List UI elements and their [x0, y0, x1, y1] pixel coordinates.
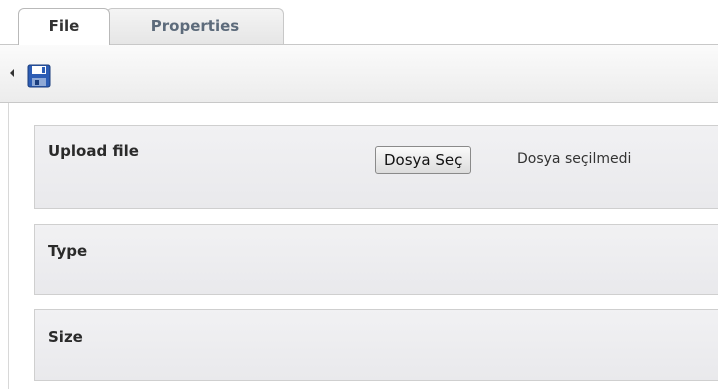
toolbar — [0, 44, 718, 103]
type-row: Type — [34, 224, 718, 295]
tab-properties[interactable]: Properties — [106, 8, 284, 44]
upload-file-row: Upload file Dosya Seç Dosya seçilmedi — [34, 125, 718, 209]
no-file-chosen-text: Dosya seçilmedi — [517, 151, 632, 167]
tab-properties-label: Properties — [150, 17, 240, 35]
triangle-left-icon[interactable] — [10, 69, 14, 77]
tab-bar: File Properties — [0, 0, 718, 45]
content-left-border — [8, 103, 9, 389]
choose-file-button[interactable]: Dosya Seç — [375, 146, 472, 174]
floppy-disk-icon — [27, 64, 51, 88]
size-label: Size — [48, 328, 83, 346]
size-row: Size — [34, 309, 718, 381]
upload-file-label: Upload file — [48, 142, 139, 160]
file-editor: File Properties Upload file Dosya Seç Do… — [0, 0, 718, 389]
tab-file-label: File — [48, 17, 80, 35]
save-button[interactable] — [26, 63, 52, 89]
type-label: Type — [48, 242, 88, 260]
tab-file[interactable]: File — [18, 8, 110, 45]
